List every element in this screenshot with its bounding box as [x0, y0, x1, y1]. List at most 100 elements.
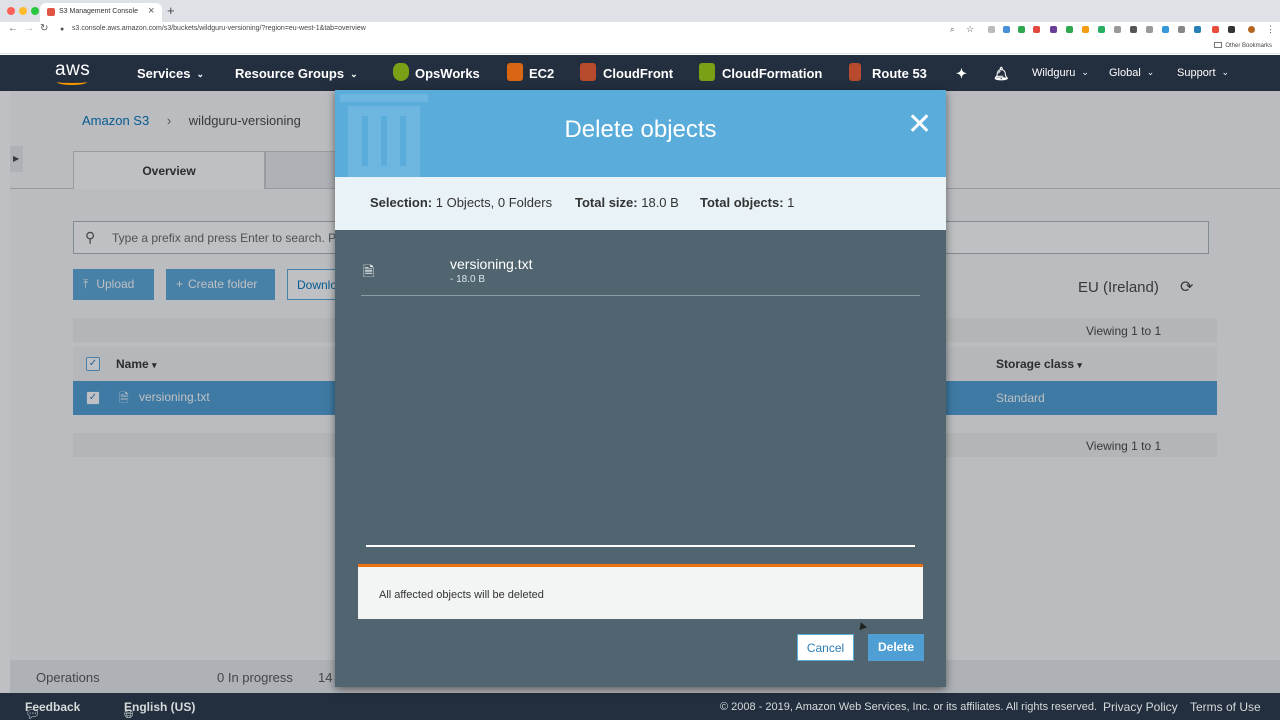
- total-objects-label: Total objects:: [700, 195, 784, 210]
- other-bookmarks[interactable]: Other Bookmarks: [1214, 42, 1272, 49]
- s3-favicon-icon: [47, 8, 55, 16]
- support-menu[interactable]: Support ⌄: [1177, 67, 1229, 79]
- extension-icon[interactable]: [1194, 26, 1201, 33]
- extension-icon[interactable]: [1162, 26, 1169, 33]
- extension-icon[interactable]: [1033, 26, 1040, 33]
- terms-of-use-link[interactable]: Terms of Use: [1190, 700, 1261, 714]
- opsworks-icon: [393, 63, 409, 81]
- total-size-value: 18.0 B: [641, 195, 679, 210]
- total-objects-value: 1: [787, 195, 795, 210]
- account-menu[interactable]: Wildguru ⌄: [1032, 67, 1089, 79]
- dialog-header: Delete objects ✕: [335, 90, 946, 177]
- zoom-icon[interactable]: ⌕: [950, 25, 954, 35]
- extension-icon[interactable]: [1050, 26, 1057, 33]
- extension-icon[interactable]: [1178, 26, 1185, 33]
- other-bookmarks-label: Other Bookmarks: [1225, 43, 1272, 49]
- extension-icon[interactable]: [1130, 26, 1137, 33]
- cloudformation-icon: [699, 63, 715, 81]
- delete-objects-dialog: Delete objects ✕ Selection: 1 Objects, 0…: [335, 90, 946, 687]
- progress-bar: [366, 545, 915, 547]
- chevron-down-icon: ⌄: [350, 69, 358, 79]
- account-label: Wildguru: [1032, 67, 1076, 79]
- warning-text: All affected objects will be deleted: [379, 589, 544, 601]
- privacy-policy-link[interactable]: Privacy Policy: [1103, 700, 1178, 714]
- chat-bubble-icon: 💬︎: [25, 707, 41, 720]
- chevron-down-icon: ⌄: [1146, 67, 1155, 77]
- bookmarks-bar: Other Bookmarks: [0, 38, 1280, 54]
- ec2-icon: [507, 63, 523, 81]
- selection-value: 1 Objects, 0 Folders: [435, 195, 553, 210]
- pin-icon[interactable]: ✦: [956, 66, 967, 82]
- browser-tab[interactable]: S3 Management Console ×: [40, 3, 162, 22]
- selection-summary-item: Selection: 1 Objects, 0 Folders: [370, 195, 552, 210]
- warning-alert: All affected objects will be deleted: [358, 564, 923, 619]
- extension-icon[interactable]: [1114, 26, 1121, 33]
- chevron-down-icon: ⌄: [1221, 67, 1230, 77]
- extension-icon[interactable]: [988, 26, 995, 33]
- total-size-label: Total size:: [575, 195, 638, 210]
- bookmark-star-icon[interactable]: ☆: [966, 24, 974, 35]
- extension-icon[interactable]: [1228, 26, 1235, 33]
- cloudfront-icon: [580, 63, 596, 81]
- extension-icon[interactable]: [1018, 26, 1025, 33]
- bell-icon[interactable]: 🔔︎: [993, 66, 1010, 82]
- aws-logo[interactable]: aws: [55, 59, 90, 81]
- route53-shortcut[interactable]: Route 53: [872, 66, 927, 81]
- services-menu[interactable]: Services ⌄: [137, 66, 204, 81]
- copyright-text: © 2008 - 2019, Amazon Web Services, Inc.…: [720, 701, 1097, 713]
- file-size: - 18.0 B: [450, 274, 486, 285]
- cloudformation-shortcut[interactable]: CloudFormation: [722, 66, 822, 81]
- services-label: Services: [137, 66, 191, 81]
- resource-groups-label: Resource Groups: [235, 66, 345, 81]
- close-icon[interactable]: ✕: [907, 110, 932, 140]
- language-label: English (US): [124, 700, 196, 714]
- window-zoom-button[interactable]: [31, 7, 39, 15]
- browser-menu-icon[interactable]: ⋮: [1266, 24, 1275, 35]
- lock-icon: ●: [60, 26, 65, 33]
- region-label: Global: [1109, 67, 1141, 79]
- chevron-down-icon: ⌄: [1081, 67, 1089, 77]
- back-icon[interactable]: ←: [8, 23, 18, 34]
- cloudfront-shortcut[interactable]: CloudFront: [603, 66, 673, 81]
- browser-tab-bar: S3 Management Console × +: [0, 0, 1280, 22]
- folder-icon: [1214, 42, 1223, 48]
- profile-avatar[interactable]: [1248, 26, 1255, 33]
- file-name: versioning.txt: [450, 256, 533, 272]
- extension-icon[interactable]: [1212, 26, 1219, 33]
- extension-icon[interactable]: [1146, 26, 1153, 33]
- extension-icon[interactable]: [1066, 26, 1073, 33]
- reload-icon[interactable]: ↻: [40, 23, 48, 34]
- chevron-down-icon: ⌄: [196, 69, 205, 79]
- resource-groups-menu[interactable]: Resource Groups ⌄: [235, 66, 358, 81]
- extension-icon[interactable]: [1003, 26, 1010, 33]
- selection-label: Selection:: [370, 195, 433, 210]
- window-minimize-button[interactable]: [19, 7, 27, 15]
- feedback-link[interactable]: 💬︎ Feedback: [25, 700, 80, 720]
- language-selector[interactable]: 🌐︎ English (US): [124, 700, 196, 720]
- globe-icon: 🌐︎: [124, 707, 134, 720]
- tab-close-icon[interactable]: ×: [148, 5, 154, 17]
- url-field[interactable]: s3.console.aws.amazon.com/s3/buckets/wil…: [72, 25, 366, 32]
- delete-button[interactable]: Delete: [868, 634, 924, 661]
- route53-icon: [849, 63, 861, 81]
- console-footer: 💬︎ Feedback 🌐︎ English (US) © 2008 - 2019,…: [0, 693, 1280, 720]
- document-icon: 🗎︎: [363, 263, 375, 279]
- aws-smile-icon: [57, 79, 87, 85]
- support-label: Support: [1177, 67, 1216, 79]
- ec2-shortcut[interactable]: EC2: [529, 66, 554, 81]
- opsworks-shortcut[interactable]: OpsWorks: [415, 66, 480, 81]
- aws-top-nav: aws Services ⌄ Resource Groups ⌄ OpsWorks …: [0, 55, 1280, 91]
- list-item: 🗎︎ versioning.txt - 18.0 B: [361, 255, 920, 296]
- extension-icon[interactable]: [1082, 26, 1089, 33]
- selection-summary: Selection: 1 Objects, 0 Folders Total si…: [335, 177, 946, 230]
- region-menu[interactable]: Global ⌄: [1109, 67, 1154, 79]
- dialog-title: Delete objects: [564, 116, 717, 143]
- window-close-button[interactable]: [7, 7, 15, 15]
- new-tab-icon[interactable]: +: [167, 3, 175, 18]
- cancel-button[interactable]: Cancel: [797, 634, 854, 661]
- total-objects-item: Total objects: 1: [700, 195, 794, 210]
- extension-icon[interactable]: [1098, 26, 1105, 33]
- browser-tab-title: S3 Management Console: [59, 8, 138, 15]
- address-bar: ← → ↻ ● s3.console.aws.amazon.com/s3/buc…: [0, 22, 1280, 38]
- forward-icon[interactable]: →: [24, 23, 34, 34]
